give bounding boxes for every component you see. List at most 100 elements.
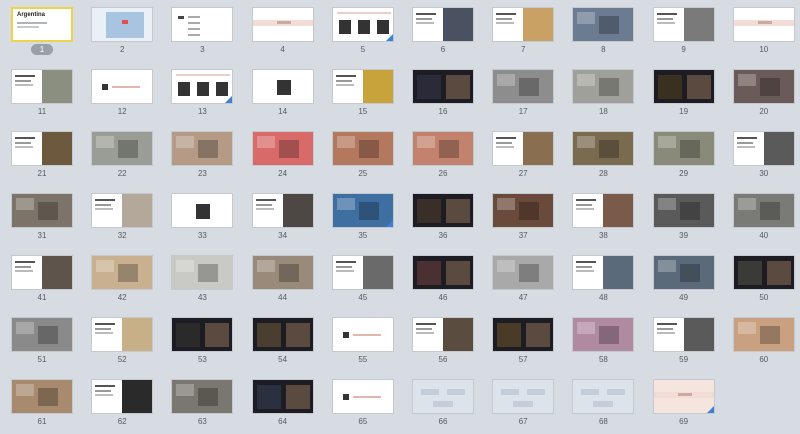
slide-thumbnail[interactable]: 9 bbox=[652, 7, 717, 57]
slide-thumbnail[interactable]: 45 bbox=[331, 255, 396, 305]
slide-preview bbox=[732, 131, 795, 166]
slide-number: 31 bbox=[37, 231, 47, 240]
slide-thumbnail[interactable]: 68 bbox=[572, 379, 636, 429]
slide-thumbnail[interactable]: 54 bbox=[251, 317, 316, 367]
slide-thumbnail[interactable]: 51 bbox=[11, 317, 75, 367]
photo-tile bbox=[118, 140, 139, 158]
slide-thumbnail[interactable]: 44 bbox=[251, 255, 316, 305]
slide-number: 30 bbox=[759, 169, 769, 178]
text-line bbox=[335, 75, 356, 77]
slide-thumbnail[interactable]: 14 bbox=[251, 69, 316, 119]
slide-thumbnail[interactable]: 65 bbox=[331, 379, 396, 429]
slide-preview bbox=[171, 131, 234, 166]
slide-thumbnail[interactable]: 23 bbox=[171, 131, 235, 181]
slide-thumbnail[interactable]: 59 bbox=[652, 317, 717, 367]
slide-number: 40 bbox=[759, 231, 769, 240]
slide-thumbnail[interactable]: 32 bbox=[91, 193, 155, 243]
slide-thumbnail[interactable]: 11 bbox=[11, 69, 75, 119]
status-corner-marker bbox=[225, 96, 233, 103]
slide-preview bbox=[251, 317, 314, 352]
slide-thumbnail[interactable]: 41 bbox=[11, 255, 75, 305]
slide-preview bbox=[412, 131, 474, 166]
photo-tile bbox=[497, 198, 516, 210]
slide-thumbnail[interactable]: 64 bbox=[251, 379, 316, 429]
slide-thumbnail[interactable]: 18 bbox=[572, 69, 636, 119]
slide-thumbnail[interactable]: 60 bbox=[732, 317, 797, 367]
photo bbox=[285, 323, 310, 347]
slide-thumbnail[interactable]: 35 bbox=[331, 193, 396, 243]
slide-thumbnail[interactable]: 34 bbox=[251, 193, 316, 243]
slide-thumbnail[interactable]: 15 bbox=[331, 69, 396, 119]
slide-thumbnail[interactable]: 28 bbox=[572, 131, 636, 181]
text-line bbox=[188, 22, 201, 24]
slide-thumbnail[interactable]: 6 bbox=[412, 7, 476, 57]
slide-number: 35 bbox=[358, 231, 368, 240]
box bbox=[338, 20, 351, 34]
text-line bbox=[95, 208, 114, 210]
slide-thumbnail[interactable]: 3 bbox=[171, 7, 235, 57]
text-line bbox=[496, 137, 517, 139]
slide-thumbnail[interactable]: 55 bbox=[331, 317, 396, 367]
photo bbox=[285, 385, 310, 409]
slide-thumbnail[interactable]: 8 bbox=[572, 7, 636, 57]
slide-thumbnail[interactable]: 36 bbox=[412, 193, 476, 243]
slide-thumbnail[interactable]: 17 bbox=[492, 69, 556, 119]
slide-thumbnail[interactable]: 37 bbox=[492, 193, 556, 243]
slide-thumbnail[interactable]: 39 bbox=[652, 193, 717, 243]
slide-thumbnail[interactable]: 58 bbox=[572, 317, 636, 367]
slide-thumbnail[interactable]: 52 bbox=[91, 317, 155, 367]
slide-thumbnail[interactable]: 5 bbox=[331, 7, 396, 57]
slide-preview bbox=[492, 7, 555, 42]
slide-thumbnail[interactable]: 16 bbox=[412, 69, 476, 119]
slide-number: 9 bbox=[681, 45, 686, 54]
slide-number: 34 bbox=[278, 231, 288, 240]
slide-thumbnail[interactable]: 22 bbox=[91, 131, 155, 181]
slide-number: 26 bbox=[438, 169, 448, 178]
slide-thumbnail[interactable]: 27 bbox=[492, 131, 556, 181]
slide-thumbnail[interactable]: 24 bbox=[251, 131, 316, 181]
slide-thumbnail[interactable]: 61 bbox=[11, 379, 75, 429]
slide-thumbnail[interactable]: 33 bbox=[171, 193, 235, 243]
slide-thumbnail[interactable]: 43 bbox=[171, 255, 235, 305]
slide-thumbnail[interactable]: 26 bbox=[412, 131, 476, 181]
slide-thumbnail[interactable]: 50 bbox=[732, 255, 797, 305]
slide-thumbnail[interactable]: Argentina 1 bbox=[11, 7, 75, 57]
slide-thumbnail[interactable]: 40 bbox=[732, 193, 797, 243]
photo-tile bbox=[577, 136, 596, 148]
slide-thumbnail[interactable]: 56 bbox=[412, 317, 476, 367]
slide-thumbnail[interactable]: 67 bbox=[492, 379, 556, 429]
slide-thumbnail[interactable]: 63 bbox=[171, 379, 235, 429]
slide-thumbnail[interactable]: 21 bbox=[11, 131, 75, 181]
slide-thumbnail[interactable]: 69 bbox=[652, 379, 717, 429]
slide-thumbnail[interactable]: 10 bbox=[732, 7, 797, 57]
slide-thumbnail[interactable]: 47 bbox=[492, 255, 556, 305]
slide-thumbnail[interactable]: 53 bbox=[171, 317, 235, 367]
slide-thumbnail[interactable]: 19 bbox=[652, 69, 717, 119]
slide-thumbnail[interactable]: 42 bbox=[91, 255, 155, 305]
slide-preview bbox=[91, 7, 154, 42]
slide-thumbnail[interactable]: 29 bbox=[652, 131, 717, 181]
photo-tile bbox=[759, 78, 780, 96]
slide-thumbnail[interactable]: 66 bbox=[412, 379, 476, 429]
slide-thumbnail[interactable]: 25 bbox=[331, 131, 396, 181]
slide-thumbnail[interactable]: 46 bbox=[412, 255, 476, 305]
slide-thumbnail[interactable]: 38 bbox=[572, 193, 636, 243]
slide-thumbnail[interactable]: 7 bbox=[492, 7, 556, 57]
slide-thumbnail[interactable]: 30 bbox=[732, 131, 797, 181]
slide-number: 49 bbox=[679, 293, 689, 302]
photo-tile bbox=[599, 326, 620, 344]
slide-thumbnail[interactable]: 12 bbox=[91, 69, 155, 119]
text-line bbox=[15, 80, 31, 82]
slide-thumbnail[interactable]: 31 bbox=[11, 193, 75, 243]
status-corner-marker bbox=[706, 406, 714, 413]
slide-thumbnail[interactable]: 49 bbox=[652, 255, 717, 305]
slide-thumbnail[interactable]: 48 bbox=[572, 255, 636, 305]
slide-thumbnail[interactable]: 57 bbox=[492, 317, 556, 367]
slide-thumbnail[interactable]: 4 bbox=[251, 7, 316, 57]
slide-thumbnail[interactable]: 2 bbox=[91, 7, 155, 57]
slide-thumbnail[interactable]: 13 bbox=[171, 69, 235, 119]
slide-thumbnail[interactable]: 62 bbox=[91, 379, 155, 429]
photo-tile bbox=[256, 260, 275, 272]
slide-thumbnail[interactable]: 20 bbox=[732, 69, 797, 119]
slide-preview bbox=[572, 7, 635, 42]
